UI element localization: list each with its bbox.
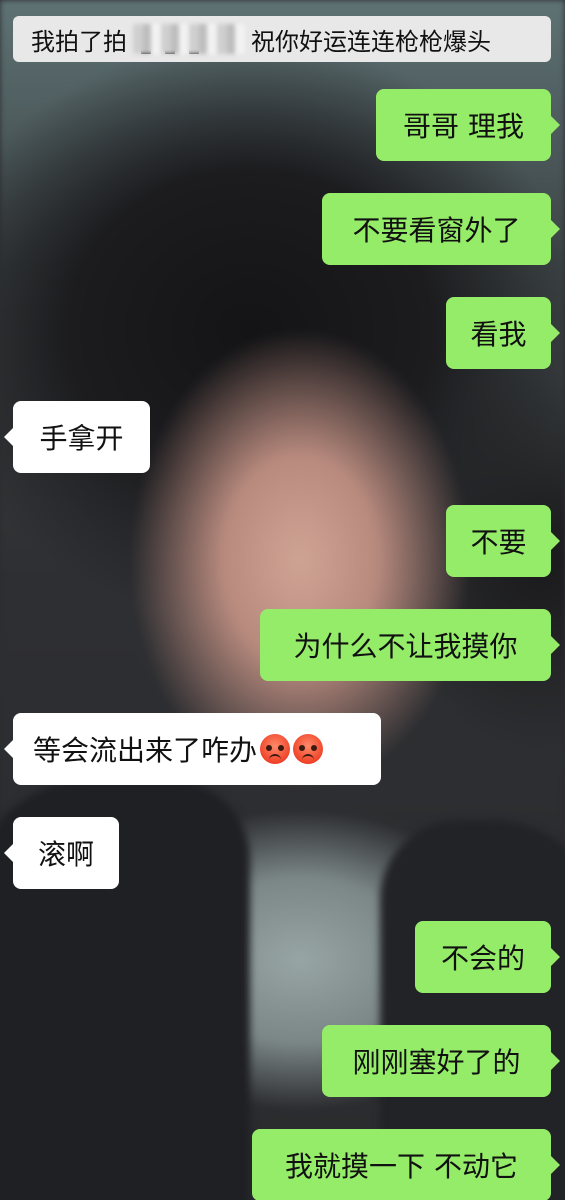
chat-bubble-sent[interactable]: 不要看窗外了 xyxy=(322,193,560,265)
message-text: 哥哥 理我 xyxy=(403,110,524,143)
banner-text-end: 祝你好运连连枪枪爆头 xyxy=(251,27,491,56)
message-text: 滚啊 xyxy=(37,838,94,871)
message-text: 不要看窗外了 xyxy=(352,214,521,247)
message-text: 等会流出来了咋办 xyxy=(33,734,258,767)
chat-bubble-sent[interactable]: 我就摸一下 不动它 xyxy=(252,1129,560,1200)
message-text: 刚刚塞好了的 xyxy=(352,1046,521,1079)
message-text: 手拿开 xyxy=(39,422,124,455)
chat-bubble-received[interactable]: 滚啊 xyxy=(4,817,119,889)
message-text: 为什么不让我摸你 xyxy=(293,630,518,663)
chat-screen: 我拍了拍 祝你好运连连枪枪爆头 哥哥 理我 不要看窗外了 看我 手拿开 不要 为… xyxy=(0,0,565,1200)
pat-notification-banner: 我拍了拍 祝你好运连连枪枪爆头 xyxy=(13,16,551,62)
chat-bubble-sent[interactable]: 哥哥 理我 xyxy=(376,89,560,161)
chat-bubble-sent[interactable]: 为什么不让我摸你 xyxy=(260,609,560,681)
chat-bubble-sent[interactable]: 不会的 xyxy=(415,921,560,993)
redacted-name xyxy=(133,24,245,54)
angry-face-icon xyxy=(260,734,291,764)
chat-bubble-sent[interactable]: 刚刚塞好了的 xyxy=(322,1025,560,1097)
message-text: 看我 xyxy=(470,318,527,351)
message-text: 我就摸一下 不动它 xyxy=(285,1150,518,1183)
chat-bubble-sent[interactable]: 看我 xyxy=(446,297,560,369)
chat-bubble-received[interactable]: 手拿开 xyxy=(4,401,150,473)
chat-bubble-sent[interactable]: 不要 xyxy=(446,505,560,577)
message-text: 不要 xyxy=(470,526,527,559)
chat-bubble-received[interactable]: 等会流出来了咋办 xyxy=(4,713,381,785)
message-text: 不会的 xyxy=(440,942,525,975)
banner-text-start: 我拍了拍 xyxy=(31,27,127,56)
angry-face-icon xyxy=(293,734,324,764)
